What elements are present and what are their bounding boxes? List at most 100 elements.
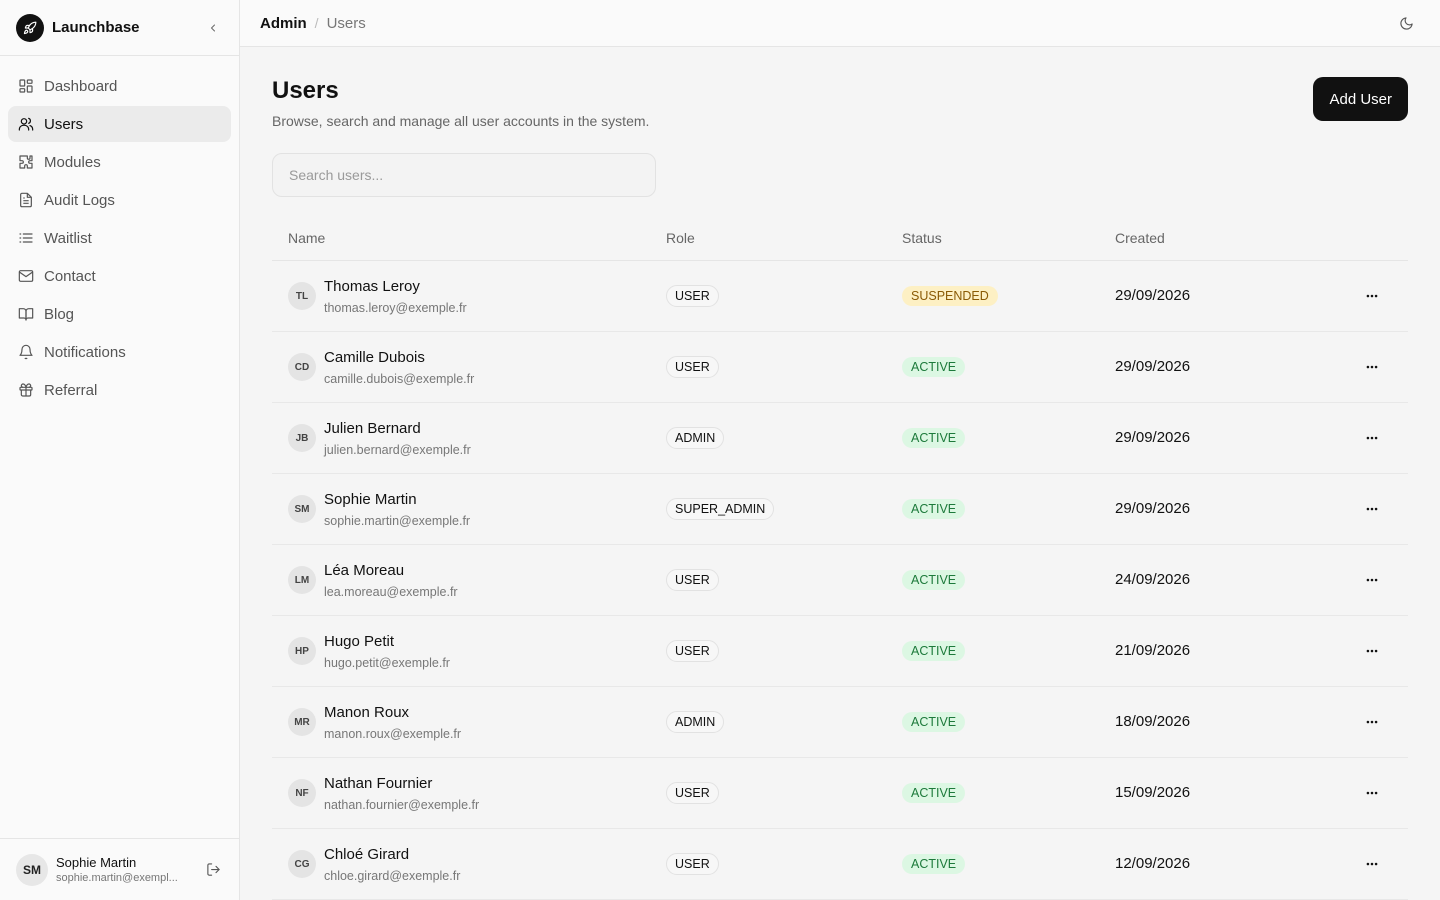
avatar: JB — [288, 424, 316, 452]
row-actions-button[interactable] — [1360, 284, 1384, 308]
user-name: Camille Dubois — [324, 348, 425, 366]
sidebar-item-notifications[interactable]: Notifications — [8, 334, 231, 370]
table-header: Name Role Status Created — [272, 215, 1408, 261]
status-badge: ACTIVE — [902, 570, 966, 590]
column-header-name[interactable]: Name — [272, 230, 666, 246]
role-badge: ADMIN — [666, 427, 725, 449]
created-date: 29/09/2026 — [1115, 500, 1191, 517]
avatar: SM — [288, 495, 316, 523]
more-horizontal-icon — [1366, 649, 1377, 653]
more-horizontal-icon — [1366, 862, 1377, 866]
created-date: 21/09/2026 — [1115, 642, 1191, 659]
user-cell: NF Nathan Fournier nathan.fournier@exemp… — [272, 775, 666, 812]
user-email: hugo.petit@exemple.fr — [324, 655, 450, 670]
avatar[interactable]: SM — [16, 853, 48, 886]
sidebar-item-users[interactable]: Users — [8, 106, 231, 142]
status-badge: ACTIVE — [902, 641, 966, 661]
add-user-button[interactable]: Add User — [1313, 77, 1408, 121]
table-row[interactable]: SM Sophie Martin sophie.martin@exemple.f… — [272, 474, 1408, 545]
user-cell: SM Sophie Martin sophie.martin@exemple.f… — [272, 491, 666, 528]
collapse-sidebar-button[interactable] — [203, 18, 223, 38]
table-row[interactable]: NF Nathan Fournier nathan.fournier@exemp… — [272, 758, 1408, 829]
user-cell: JB Julien Bernard julien.bernard@exemple… — [272, 420, 666, 457]
user-cell: CD Camille Dubois camille.dubois@exemple… — [272, 349, 666, 386]
document-icon — [18, 192, 34, 208]
bell-icon — [18, 344, 34, 360]
sidebar-item-blog[interactable]: Blog — [8, 296, 231, 332]
user-name: Sophie Martin — [324, 490, 417, 508]
row-actions-button[interactable] — [1360, 710, 1384, 734]
table-row[interactable]: LM Léa Moreau lea.moreau@exemple.fr USER… — [272, 545, 1408, 616]
app-root: Launchbase Dashboard Users Modules Audit… — [0, 0, 1440, 900]
row-actions-button[interactable] — [1360, 781, 1384, 805]
table-row[interactable]: MR Manon Roux manon.roux@exemple.fr ADMI… — [272, 687, 1408, 758]
status-badge: SUSPENDED — [902, 286, 998, 306]
user-name: Julien Bernard — [324, 419, 421, 437]
column-header-role[interactable]: Role — [666, 230, 902, 246]
dashboard-icon — [18, 78, 34, 94]
sidebar-item-waitlist[interactable]: Waitlist — [8, 220, 231, 256]
user-email: chloe.girard@exemple.fr — [324, 868, 461, 883]
sidebar-item-contact[interactable]: Contact — [8, 258, 231, 294]
search-input[interactable] — [272, 153, 656, 197]
logout-button[interactable] — [203, 860, 223, 880]
avatar: CD — [288, 353, 316, 381]
column-header-status[interactable]: Status — [902, 230, 1115, 246]
row-actions-button[interactable] — [1360, 497, 1384, 521]
more-horizontal-icon — [1366, 436, 1377, 440]
row-actions-button[interactable] — [1360, 639, 1384, 663]
row-actions-button[interactable] — [1360, 426, 1384, 450]
column-header-created[interactable]: Created — [1115, 230, 1335, 246]
status-badge: ACTIVE — [902, 854, 966, 874]
created-date: 29/09/2026 — [1115, 429, 1191, 446]
user-email: lea.moreau@exemple.fr — [324, 584, 458, 599]
topbar: Admin / Users — [240, 0, 1440, 47]
sidebar-item-dashboard[interactable]: Dashboard — [8, 68, 231, 104]
sidebar-item-label: Notifications — [44, 343, 126, 361]
role-badge: USER — [666, 569, 719, 591]
user-name: Manon Roux — [324, 703, 410, 721]
role-badge: USER — [666, 356, 719, 378]
created-date: 29/09/2026 — [1115, 287, 1191, 304]
table-row[interactable]: TL Thomas Leroy thomas.leroy@exemple.fr … — [272, 261, 1408, 332]
user-email: nathan.fournier@exemple.fr — [324, 797, 480, 812]
created-date: 12/09/2026 — [1115, 855, 1191, 872]
breadcrumb: Admin / Users — [260, 15, 366, 32]
status-badge: ACTIVE — [902, 712, 966, 732]
page-header: Users Browse, search and manage all user… — [272, 75, 1408, 129]
main-area: Admin / Users Users Browse, search and m… — [240, 0, 1440, 900]
users-table: Name Role Status Created TL Thomas Leroy… — [272, 215, 1408, 900]
sidebar-item-audit-logs[interactable]: Audit Logs — [8, 182, 231, 218]
table-row[interactable]: CD Camille Dubois camille.dubois@exemple… — [272, 332, 1408, 403]
avatar: LM — [288, 566, 316, 594]
row-actions-button[interactable] — [1360, 568, 1384, 592]
sidebar-item-label: Audit Logs — [44, 191, 115, 209]
more-horizontal-icon — [1366, 365, 1377, 369]
sidebar-item-referral[interactable]: Referral — [8, 372, 231, 408]
user-name: Léa Moreau — [324, 561, 405, 579]
user-email: julien.bernard@exemple.fr — [324, 442, 471, 457]
sidebar-nav: Dashboard Users Modules Audit Logs Waitl… — [0, 56, 239, 838]
user-email: manon.roux@exemple.fr — [324, 726, 462, 741]
status-badge: ACTIVE — [902, 357, 966, 377]
sidebar-item-modules[interactable]: Modules — [8, 144, 231, 180]
users-icon — [18, 116, 34, 132]
row-actions-button[interactable] — [1360, 355, 1384, 379]
user-cell: HP Hugo Petit hugo.petit@exemple.fr — [272, 633, 666, 670]
current-user-email: sophie.martin@exempl... — [56, 872, 178, 884]
page-subtitle: Browse, search and manage all user accou… — [272, 113, 650, 129]
table-row[interactable]: HP Hugo Petit hugo.petit@exemple.fr USER… — [272, 616, 1408, 687]
table-row[interactable]: JB Julien Bernard julien.bernard@exemple… — [272, 403, 1408, 474]
sidebar-item-label: Referral — [44, 381, 98, 399]
created-date: 24/09/2026 — [1115, 571, 1191, 588]
current-user-name: Sophie Martin — [56, 855, 137, 870]
row-actions-button[interactable] — [1360, 852, 1384, 876]
table-row[interactable]: CG Chloé Girard chloe.girard@exemple.fr … — [272, 829, 1408, 900]
user-email: sophie.martin@exemple.fr — [324, 513, 471, 528]
sidebar-item-label: Modules — [44, 153, 101, 171]
status-badge: ACTIVE — [902, 428, 966, 448]
user-name: Hugo Petit — [324, 632, 395, 650]
breadcrumb-admin[interactable]: Admin — [260, 15, 307, 32]
sidebar-item-label: Waitlist — [44, 229, 92, 247]
theme-toggle-button[interactable] — [1392, 9, 1420, 37]
